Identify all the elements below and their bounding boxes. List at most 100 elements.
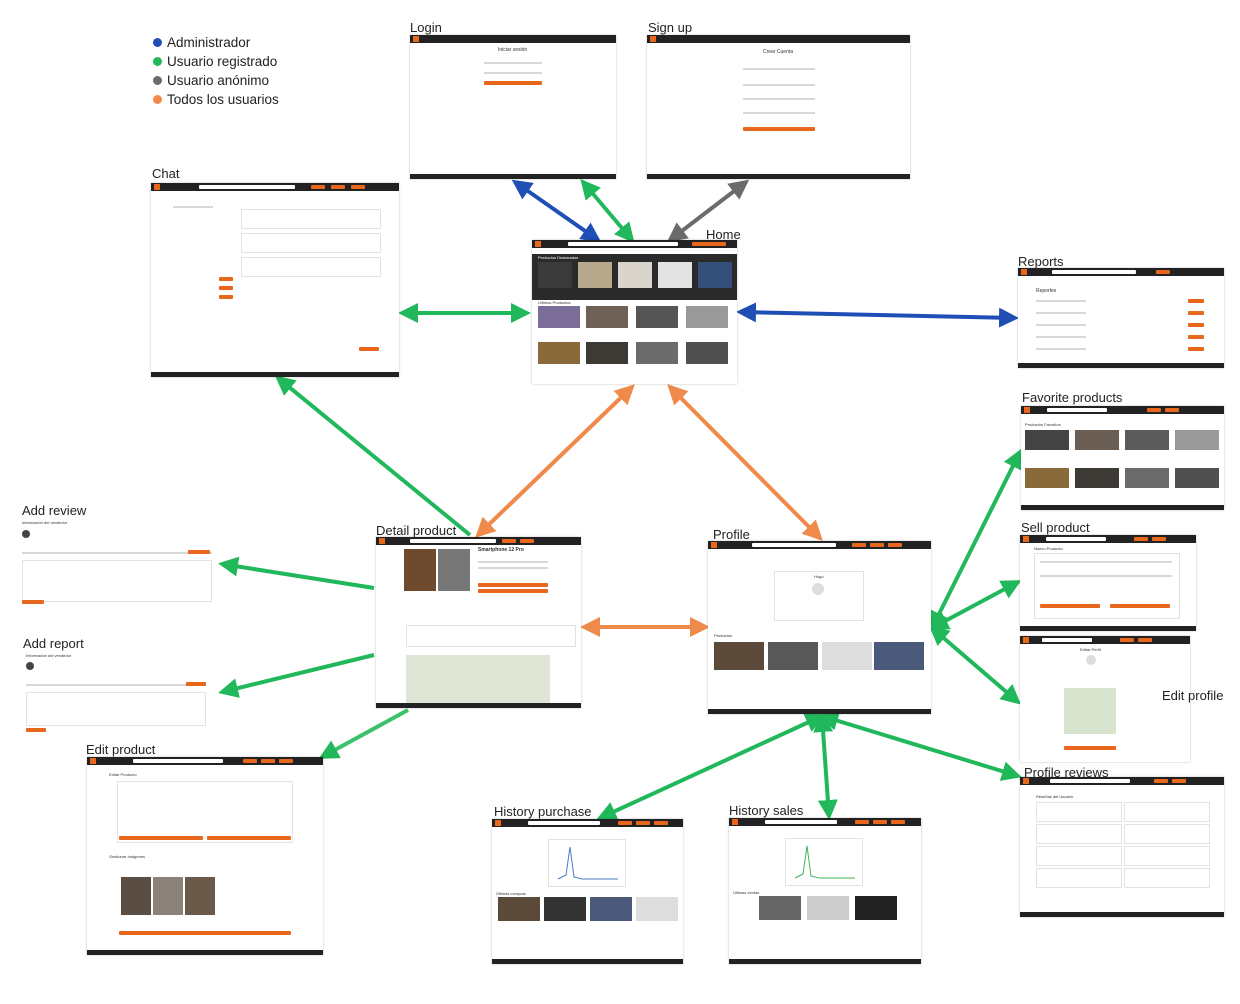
login-screen-thumbnail: Iniciar sesión — [410, 35, 616, 179]
anonymous-color-dot — [153, 76, 162, 85]
profile-user-name: Hugo — [814, 574, 824, 579]
navbar — [410, 35, 616, 43]
logo-icon — [535, 241, 541, 247]
reports-screen-thumbnail: Reportes — [1018, 268, 1224, 368]
edge-profile-favorites-registered — [930, 448, 1022, 632]
history-purchase-title: History purchase — [494, 804, 592, 819]
navbar — [1020, 535, 1196, 543]
legend-label: Administrador — [167, 35, 251, 50]
featured-heading: Productos Destacados — [538, 255, 579, 260]
admin-color-dot — [153, 38, 162, 47]
edge-detail-editproduct-registered — [318, 708, 409, 759]
profile-reviews-screen-thumbnail: Reseñas del Usuario — [1020, 777, 1224, 917]
detail-title: Detail product — [376, 523, 457, 538]
profile-reviews-title: Profile reviews — [1024, 765, 1109, 780]
profile-title: Profile — [713, 527, 750, 542]
edge-profile-reviews-registered — [818, 711, 1022, 781]
legend-item-anonymous: Usuario anónimo — [153, 71, 279, 90]
history-purchase-screen-thumbnail: Últimas compras — [492, 819, 683, 964]
logo-icon — [379, 538, 385, 544]
legend-item-admin: Administrador — [153, 33, 279, 52]
signup-screen-thumbnail: Crear Cuenta — [647, 35, 910, 179]
history-sales-screen-thumbnail: Últimas ventas — [729, 818, 921, 964]
add-review-heading: Información del vendedor — [22, 520, 68, 525]
navbar — [647, 35, 910, 43]
add-review-screen-thumbnail: Información del vendedor — [20, 518, 214, 608]
favorites-screen-thumbnail: Productos Favoritos — [1021, 406, 1224, 510]
navbar — [1018, 268, 1224, 276]
edge-profile-historysales-registered — [813, 712, 838, 820]
reports-heading: Reportes — [1036, 288, 1057, 294]
edge-detail-chat-registered — [274, 375, 472, 537]
history-sales-title: History sales — [729, 803, 804, 818]
navbar — [492, 819, 683, 827]
sell-heading: Nuevo Producto — [1034, 546, 1063, 551]
sell-product-screen-thumbnail: Nuevo Producto — [1020, 535, 1196, 631]
edit-product-heading: Editar Producto — [109, 772, 137, 777]
product-name: Smartphone 12 Pro — [478, 547, 524, 553]
navigation-flow-diagram: Administrador Usuario registrado Usuario… — [0, 0, 1240, 1004]
edge-detail-addreview-registered — [218, 556, 375, 590]
login-heading: Iniciar sesión — [498, 47, 528, 53]
add-report-heading: Información del vendedor — [26, 653, 72, 658]
logo-icon — [1024, 407, 1030, 413]
logo-icon — [1023, 536, 1029, 542]
profile-reviews-heading: Reseñas del Usuario — [1036, 794, 1074, 799]
role-legend: Administrador Usuario registrado Usuario… — [153, 33, 279, 109]
chat-title: Chat — [152, 166, 180, 181]
logo-icon — [650, 36, 656, 42]
edge-home-reports-admin — [736, 302, 1019, 328]
edge-home-detail-all — [475, 384, 635, 538]
home-title: Home — [706, 227, 741, 242]
favorites-title: Favorite products — [1022, 390, 1123, 405]
add-report-title: Add report — [23, 636, 84, 651]
favorites-heading: Productos Favoritos — [1025, 422, 1061, 427]
edge-detail-addreport-registered — [218, 653, 375, 698]
login-title: Login — [410, 20, 442, 35]
edit-profile-heading: Editar Perfil — [1080, 647, 1101, 652]
navbar — [1020, 636, 1190, 644]
logo-icon — [711, 542, 717, 548]
edge-profile-sell-registered — [928, 580, 1022, 630]
navbar — [87, 757, 323, 765]
sell-title: Sell product — [1021, 520, 1090, 535]
last-purchases-heading: Últimas compras — [496, 891, 526, 896]
logo-icon — [154, 184, 160, 190]
manage-images-heading: Gestionar Imágenes — [109, 854, 146, 859]
last-sales-heading: Últimas ventas — [733, 890, 760, 895]
signup-submit-button — [743, 127, 815, 131]
latest-heading: Ultimos Productos — [538, 300, 571, 305]
legend-item-registered: Usuario registrado — [153, 52, 279, 71]
logo-icon — [1021, 269, 1027, 275]
profile-screen-thumbnail: Hugo Productos — [708, 541, 931, 714]
edge-profile-editprofile-registered — [928, 625, 1022, 705]
legend-label: Todos los usuarios — [167, 92, 279, 107]
logo-icon — [90, 758, 96, 764]
logo-icon — [732, 819, 738, 825]
edit-profile-title: Edit profile — [1162, 688, 1224, 703]
signup-title: Sign up — [648, 20, 693, 35]
add-review-title: Add review — [22, 503, 87, 518]
registered-color-dot — [153, 57, 162, 66]
chat-screen-thumbnail — [151, 183, 399, 377]
edge-login-home-admin — [511, 179, 602, 243]
edge-login-home-registered — [580, 178, 635, 244]
logo-icon — [413, 36, 419, 42]
navbar — [708, 541, 931, 549]
reports-title: Reports — [1018, 254, 1064, 269]
home-screen-thumbnail: Productos Destacados Ultimos Productos — [532, 240, 737, 384]
all-color-dot — [153, 95, 162, 104]
navbar — [376, 537, 581, 545]
legend-item-all: Todos los usuarios — [153, 90, 279, 109]
navbar — [729, 818, 921, 826]
login-submit-button — [484, 81, 542, 85]
edit-product-title: Edit product — [86, 742, 156, 757]
logo-icon — [495, 820, 501, 826]
detail-product-screen-thumbnail: Smartphone 12 Pro — [376, 537, 581, 708]
signup-heading: Crear Cuenta — [763, 49, 794, 55]
profile-products-heading: Productos — [714, 633, 733, 638]
legend-label: Usuario anónimo — [167, 73, 270, 88]
navbar — [151, 183, 399, 191]
legend-label: Usuario registrado — [167, 54, 278, 69]
add-report-screen-thumbnail: Información del vendedor — [24, 652, 208, 736]
